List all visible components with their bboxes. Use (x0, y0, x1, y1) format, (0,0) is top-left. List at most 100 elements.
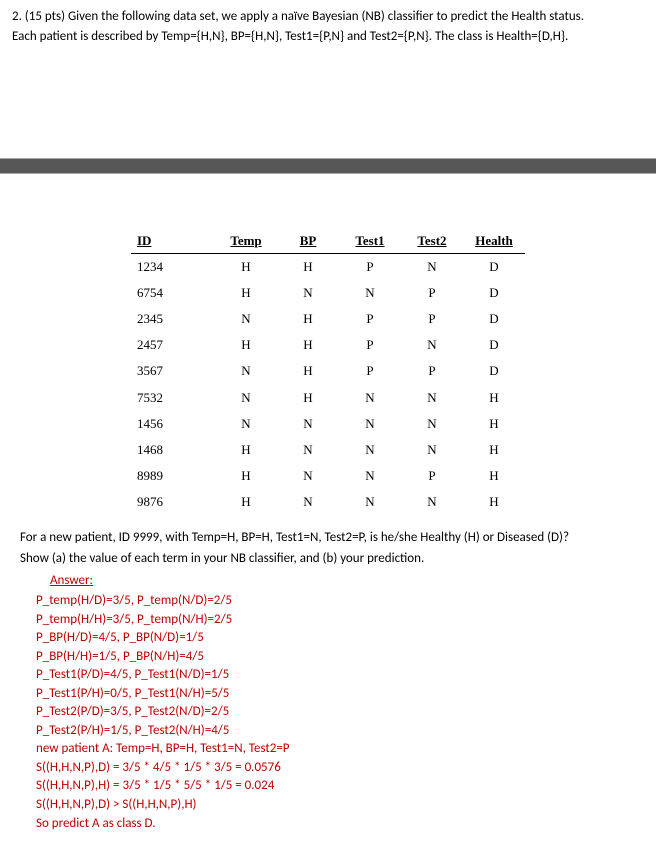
col-bp: BP (277, 230, 339, 253)
question-line-1: 2. (15 pts) Given the following data set… (12, 8, 644, 26)
cell: N (401, 411, 463, 437)
cell: N (215, 385, 277, 411)
cell: H (463, 463, 525, 489)
answer-line: new patient A: Temp=H, BP=H, Test1=N, Te… (36, 740, 638, 758)
content-block: ID Temp BP Test1 Test2 Health 1234HHPND … (0, 174, 656, 843)
col-test1: Test1 (339, 230, 401, 253)
table-row: 1234HHPND (131, 253, 525, 280)
table-row: 3567NHPPD (131, 358, 525, 384)
col-test2: Test2 (401, 230, 463, 253)
answer-line: P_temp(H/H)=3/5, P_temp(N/H)=2/5 (36, 611, 638, 629)
table-row: 8989HNNPH (131, 463, 525, 489)
answer-label: Answer: (50, 572, 638, 590)
table-row: 9876HNNNH (131, 489, 525, 515)
answer-line: P_temp(H/D)=3/5, P_temp(N/D)=2/5 (36, 592, 638, 610)
table-row: 2457HHPND (131, 332, 525, 358)
cell: D (463, 332, 525, 358)
answer-line: P_BP(H/D)=4/5, P_BP(N/D)=1/5 (36, 629, 638, 647)
answer-line: S((H,H,N,P),H) = 3/5 * 1/5 * 5/5 * 1/5 =… (36, 777, 638, 795)
answer-line: P_Test1(P/H)=0/5, P_Test1(N/H)=5/5 (36, 685, 638, 703)
cell: H (463, 385, 525, 411)
cell: 1468 (131, 437, 215, 463)
cell: N (339, 385, 401, 411)
cell: N (339, 489, 401, 515)
cell: H (215, 463, 277, 489)
cell: 9876 (131, 489, 215, 515)
cell: 3567 (131, 358, 215, 384)
table-row: 6754HNNPD (131, 280, 525, 306)
table-row: 1456NNNNH (131, 411, 525, 437)
cell: P (401, 280, 463, 306)
cell: H (463, 489, 525, 515)
cell: P (339, 332, 401, 358)
question-line-2: Each patient is described by Temp={H,N},… (12, 28, 644, 46)
col-temp: Temp (215, 230, 277, 253)
answer-line: S((H,H,N,P),D) = 3/5 * 4/5 * 1/5 * 3/5 =… (36, 759, 638, 777)
cell: P (339, 358, 401, 384)
cell: N (339, 411, 401, 437)
cell: H (215, 280, 277, 306)
cell: N (215, 358, 277, 384)
cell: 1234 (131, 253, 215, 280)
cell: N (215, 411, 277, 437)
cell: P (339, 253, 401, 280)
cell: N (277, 280, 339, 306)
cell: 2457 (131, 332, 215, 358)
cell: H (215, 332, 277, 358)
cell: P (401, 306, 463, 332)
cell: N (277, 489, 339, 515)
cell: N (339, 280, 401, 306)
cell: D (463, 306, 525, 332)
answer-line: P_Test1(P/D)=4/5, P_Test1(N/D)=1/5 (36, 666, 638, 684)
cell: D (463, 253, 525, 280)
col-health: Health (463, 230, 525, 253)
cell: N (215, 306, 277, 332)
cell: H (215, 253, 277, 280)
cell: 8989 (131, 463, 215, 489)
table-row: 7532NHNNH (131, 385, 525, 411)
answer-line: P_Test2(P/H)=1/5, P_Test2(N/H)=4/5 (36, 722, 638, 740)
cell: 2345 (131, 306, 215, 332)
cell: N (401, 489, 463, 515)
cell: H (463, 437, 525, 463)
cell: H (215, 489, 277, 515)
cell: N (401, 437, 463, 463)
cell: P (401, 463, 463, 489)
cell: N (277, 437, 339, 463)
cell: P (339, 306, 401, 332)
cell: H (277, 332, 339, 358)
cell: 6754 (131, 280, 215, 306)
cell: N (339, 437, 401, 463)
cell: 1456 (131, 411, 215, 437)
table-header-row: ID Temp BP Test1 Test2 Health (131, 230, 525, 253)
cell: D (463, 280, 525, 306)
cell: D (463, 358, 525, 384)
cell: H (277, 253, 339, 280)
prompt-line-2: Show (a) the value of each term in your … (20, 550, 638, 568)
answer-line: So predict A as class D. (36, 815, 638, 833)
cell: P (401, 358, 463, 384)
cell: N (401, 332, 463, 358)
col-id: ID (131, 230, 215, 253)
cell: N (339, 463, 401, 489)
cell: N (277, 411, 339, 437)
section-separator (0, 158, 656, 174)
answer-line: P_BP(H/H)=1/5, P_BP(N/H)=4/5 (36, 648, 638, 666)
cell: H (277, 358, 339, 384)
cell: H (463, 411, 525, 437)
answer-line: P_Test2(P/D)=3/5, P_Test2(N/D)=2/5 (36, 703, 638, 721)
cell: N (277, 463, 339, 489)
data-table: ID Temp BP Test1 Test2 Health 1234HHPND … (131, 230, 525, 515)
table-row: 1468HNNNH (131, 437, 525, 463)
question-block: 2. (15 pts) Given the following data set… (0, 0, 656, 158)
answer-line: S((H,H,N,P),D) > S((H,H,N,P),H) (36, 796, 638, 814)
cell: H (215, 437, 277, 463)
cell: N (401, 253, 463, 280)
cell: H (277, 385, 339, 411)
cell: 7532 (131, 385, 215, 411)
table-row: 2345NHPPD (131, 306, 525, 332)
prompt-line-1: For a new patient, ID 9999, with Temp=H,… (20, 529, 638, 547)
cell: H (277, 306, 339, 332)
cell: N (401, 385, 463, 411)
table-body: 1234HHPND 6754HNNPD 2345NHPPD 2457HHPND … (131, 253, 525, 515)
